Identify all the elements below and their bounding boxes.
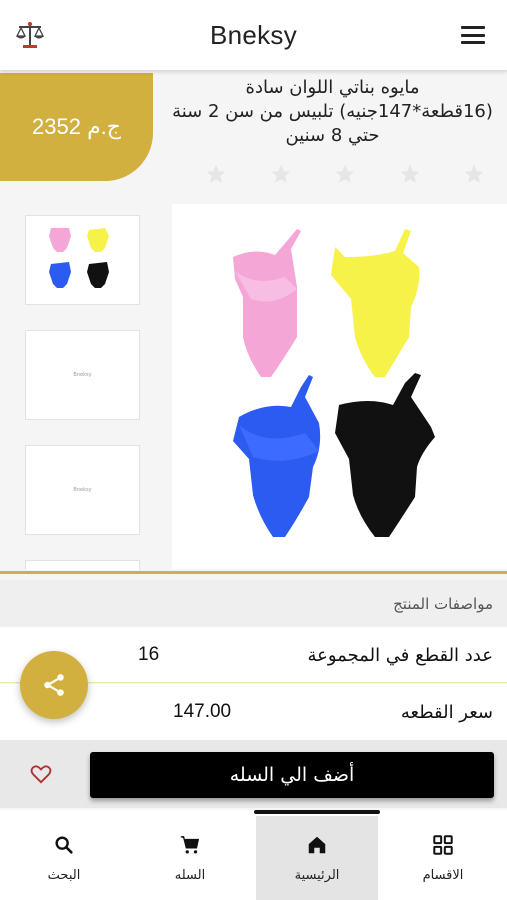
rating-stars[interactable]	[205, 163, 485, 187]
star-icon[interactable]	[205, 163, 227, 185]
divider	[0, 571, 507, 574]
heart-icon[interactable]	[30, 764, 52, 784]
nav-item-search[interactable]: البحث	[3, 816, 125, 900]
product-title: مايوه بناتي اللوان سادة (16قطعة*147جنيه)…	[172, 77, 493, 146]
share-button[interactable]	[20, 651, 88, 719]
thumbnail-partial[interactable]	[25, 560, 140, 570]
nav-item-categories[interactable]: الاقسام	[382, 816, 504, 900]
thumbnail-placeholder[interactable]: Bneksy	[25, 445, 140, 535]
price-badge: 2352 ج.م	[0, 73, 153, 181]
spec-value: 147.00	[173, 701, 232, 722]
cart-icon	[180, 835, 200, 854]
nav-label: السله	[174, 867, 206, 883]
thumbnail-image[interactable]	[25, 215, 140, 305]
share-icon	[44, 674, 64, 696]
app-header: Bneksy	[0, 0, 507, 70]
grid-icon	[433, 834, 453, 855]
nav-label: الرئيسية	[294, 867, 340, 883]
add-to-cart-button[interactable]: أضف الي السله	[90, 752, 494, 798]
spec-label: عدد القطع في المجموعة	[307, 644, 493, 666]
hamburger-menu-icon[interactable]	[461, 26, 485, 44]
nav-item-cart[interactable]: السله	[129, 816, 251, 900]
spec-value: 16	[138, 644, 160, 665]
thumbnail-placeholder[interactable]: Bneksy	[25, 330, 140, 420]
cart-bar: أضف الي السله	[0, 740, 507, 808]
star-icon[interactable]	[270, 163, 292, 185]
specs-title: مواصفات المنتج	[0, 580, 507, 627]
product-image[interactable]	[172, 204, 507, 569]
star-icon[interactable]	[334, 163, 356, 185]
search-icon	[55, 835, 73, 854]
nav-active-indicator	[254, 810, 380, 814]
star-icon[interactable]	[463, 163, 485, 185]
spec-label: سعر القطعه	[400, 701, 493, 723]
thumbnail-list: Bneksy Bneksy	[25, 215, 140, 595]
brand-title[interactable]: Bneksy	[0, 20, 507, 51]
nav-label: البحث	[47, 867, 81, 883]
nav-label: الاقسام	[422, 867, 464, 883]
home-icon	[308, 836, 326, 853]
bottom-nav: البحث السله الرئيسية الاقسام	[0, 810, 507, 900]
star-icon[interactable]	[399, 163, 421, 185]
nav-item-home[interactable]: الرئيسية	[256, 816, 378, 900]
